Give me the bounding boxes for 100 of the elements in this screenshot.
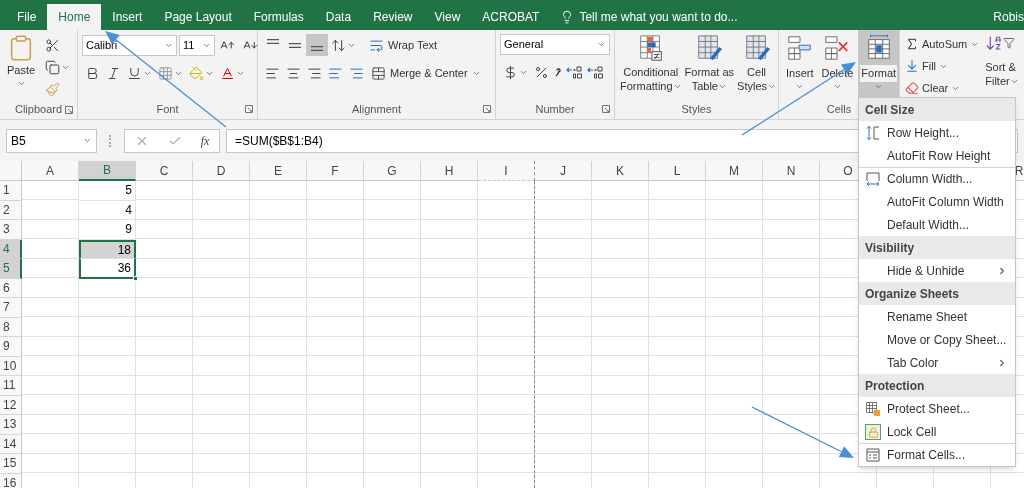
menu-item[interactable]: AutoFit Column Width	[859, 190, 1015, 213]
column-header[interactable]: J	[535, 161, 592, 181]
filter-icon	[1003, 37, 1016, 49]
dialog-launcher-icon	[483, 105, 491, 113]
font-size-field[interactable]: 11	[179, 34, 215, 56]
cells-button[interactable]: Insert	[783, 30, 817, 98]
row-header[interactable]: 3	[0, 220, 22, 240]
column-header[interactable]: L	[649, 161, 706, 181]
number-format-field[interactable]: General	[500, 34, 610, 55]
name-box[interactable]: B5	[6, 128, 97, 153]
align-lines-icon	[311, 46, 323, 51]
row-header[interactable]: 2	[0, 200, 22, 220]
paste-button[interactable]: Paste	[4, 34, 38, 100]
caret-icon	[597, 40, 606, 49]
ribbon-tab[interactable]: View	[423, 4, 472, 30]
protect-sheet-icon	[866, 402, 880, 416]
align-left-icon	[265, 65, 280, 81]
merge-center-button[interactable]: Merge & Center	[367, 62, 485, 84]
fill-down-icon	[905, 59, 919, 73]
column-header[interactable]: F	[307, 161, 364, 181]
ribbon-tab[interactable]: ACROBAT	[471, 4, 551, 30]
ribbon-tab[interactable]: Insert	[101, 4, 154, 30]
row-header[interactable]: 9	[0, 337, 22, 357]
orientation-icon	[331, 37, 346, 53]
column-header[interactable]: N	[763, 161, 820, 181]
font-name-field[interactable]: Calibri	[82, 34, 177, 56]
ribbon-tab[interactable]: Page Layout	[153, 4, 243, 30]
insert-cells-icon	[785, 34, 814, 62]
column-header[interactable]: K	[592, 161, 649, 181]
cells-button[interactable]: Format	[858, 30, 900, 98]
increase-indent-icon	[349, 65, 364, 81]
format-painter-icon	[45, 81, 60, 97]
wrap-text-button[interactable]: Wrap Text	[365, 34, 442, 56]
sort-icon	[985, 34, 1004, 52]
tell-me-field[interactable]: Tell me what you want to do...	[560, 4, 738, 30]
row-header[interactable]: 8	[0, 317, 22, 337]
column-header[interactable]: I	[478, 161, 535, 181]
row-header[interactable]: 14	[0, 434, 22, 454]
group-label: Font	[156, 101, 179, 117]
cut-icon	[45, 37, 60, 53]
align-lines-icon	[267, 39, 279, 44]
menu-section-header: Protection	[859, 374, 1015, 397]
menu-item[interactable]: Column Width...	[859, 167, 1015, 190]
align-lines-icon	[289, 42, 301, 48]
column-header[interactable]: M	[706, 161, 763, 181]
column-header[interactable]: C	[136, 161, 193, 181]
row-header[interactable]: 11	[0, 376, 22, 396]
menu-item[interactable]: Hide & Unhide	[859, 259, 1015, 282]
menu-item[interactable]: Move or Copy Sheet...	[859, 328, 1015, 351]
menu-item[interactable]: Format Cells...	[859, 443, 1015, 466]
decrease-indent-icon	[328, 65, 343, 81]
ribbon-tab[interactable]: Home	[47, 4, 102, 30]
vertical-align-button[interactable]	[306, 34, 328, 56]
format-as-table-icon	[695, 34, 724, 62]
menu-item[interactable]: Rename Sheet	[859, 305, 1015, 328]
column-header[interactable]: A	[22, 161, 79, 181]
ribbon-tab[interactable]: Data	[314, 4, 363, 30]
underline-icon	[127, 65, 142, 81]
column-header[interactable]: D	[193, 161, 250, 181]
editing-button[interactable]: Fill	[905, 56, 980, 76]
column-width-icon	[866, 172, 880, 186]
menu-item[interactable]: Lock Cell	[859, 420, 1015, 443]
row-header[interactable]: 12	[0, 395, 22, 415]
menu-item[interactable]: Tab Color	[859, 351, 1015, 374]
style-button[interactable]: Format as Table	[683, 34, 736, 100]
row-header[interactable]: 10	[0, 356, 22, 376]
ribbon-tab[interactable]: Review	[362, 4, 424, 30]
increase-decimal-icon	[566, 65, 583, 79]
editing-button[interactable]: AutoSum	[905, 34, 980, 54]
column-header[interactable]: B	[79, 161, 136, 181]
align-right-icon	[307, 65, 322, 81]
column-header[interactable]: G	[364, 161, 421, 181]
wrap-text-icon	[369, 37, 384, 53]
menu-item[interactable]: Default Width...	[859, 213, 1015, 236]
menu-item[interactable]: Protect Sheet...	[859, 397, 1015, 420]
row-header[interactable]: 1	[0, 181, 22, 201]
style-button[interactable]: Conditional Formatting	[619, 34, 683, 100]
dialog-launcher-icon	[245, 105, 253, 113]
ribbon-tab[interactable]: Formulas	[242, 4, 315, 30]
sum-icon	[905, 37, 919, 51]
insert-function-button[interactable]: fx	[200, 131, 210, 150]
row-header[interactable]: 4	[0, 239, 22, 259]
row-header[interactable]: 13	[0, 415, 22, 435]
editing-button[interactable]: Clear	[905, 78, 980, 98]
italic-icon	[106, 65, 121, 81]
row-header[interactable]: 7	[0, 298, 22, 318]
fill-handle[interactable]	[133, 275, 138, 281]
row-header[interactable]: 5	[0, 259, 22, 279]
column-header[interactable]: H	[421, 161, 478, 181]
lock-icon	[865, 424, 881, 440]
row-header[interactable]: 6	[0, 278, 22, 298]
style-button[interactable]: Cell Styles	[736, 34, 778, 100]
ribbon-tab[interactable]: File	[6, 4, 48, 30]
column-header[interactable]: E	[250, 161, 307, 181]
borders-icon	[158, 65, 173, 81]
group-label: Clipboard	[14, 102, 63, 118]
row-header[interactable]: 15	[0, 454, 22, 474]
row-height-icon	[866, 126, 880, 140]
copy-icon	[45, 59, 60, 75]
decrease-decimal-icon	[587, 65, 604, 79]
